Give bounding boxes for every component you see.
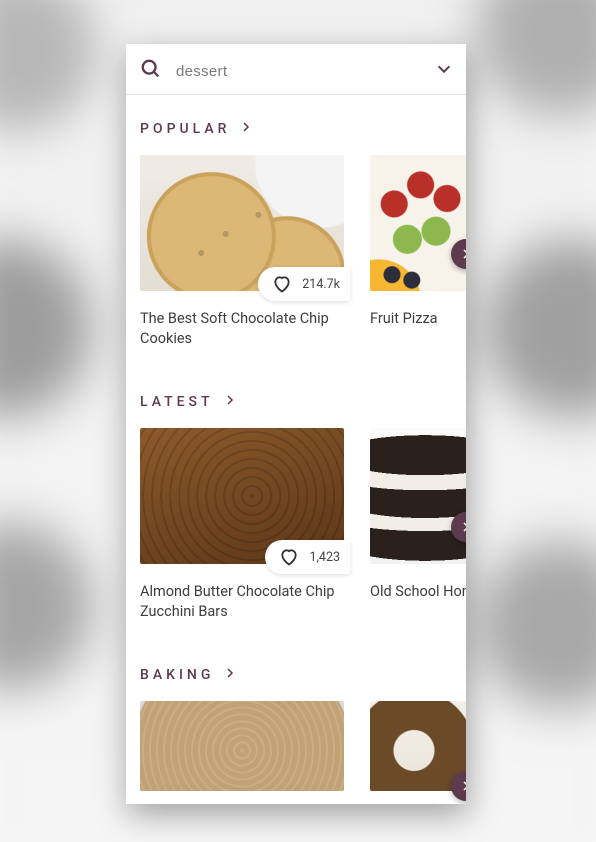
- search-input[interactable]: [174, 62, 424, 81]
- recipe-title: Almond Butter Chocolate Chip Zucchini Ba…: [140, 582, 344, 621]
- section-title: POPULAR: [140, 121, 230, 137]
- content-scroll[interactable]: POPULAR 214.7k The Best Soft Chocolate C…: [126, 95, 466, 804]
- like-pill[interactable]: 214.7k: [258, 267, 350, 301]
- like-count: 214.7k: [302, 277, 340, 292]
- section-header-baking[interactable]: BAKING: [140, 667, 466, 683]
- baking-row: [140, 701, 466, 791]
- section-header-popular[interactable]: POPULAR: [140, 121, 466, 137]
- chevron-right-icon: [224, 394, 236, 410]
- app-frame: POPULAR 214.7k The Best Soft Chocolate C…: [126, 44, 466, 804]
- chevron-down-icon[interactable]: [436, 61, 452, 81]
- recipe-image: [370, 155, 466, 291]
- section-popular: POPULAR 214.7k The Best Soft Chocolate C…: [126, 95, 466, 348]
- section-header-latest[interactable]: LATEST: [140, 394, 466, 410]
- recipe-card[interactable]: [140, 701, 344, 791]
- recipe-card[interactable]: Fruit Pizza: [370, 155, 466, 329]
- recipe-card[interactable]: 214.7k The Best Soft Chocolate Chip Cook…: [140, 155, 344, 348]
- recipe-title: The Best Soft Chocolate Chip Cookies: [140, 309, 344, 348]
- search-bar: [126, 44, 466, 95]
- chevron-right-icon: [240, 121, 252, 137]
- recipe-title: Old School Homem: [370, 582, 466, 602]
- like-pill[interactable]: 1,423: [265, 540, 350, 574]
- section-latest: LATEST 1,423 Almond Butter Chocolate Chi…: [126, 348, 466, 621]
- recipe-image: 1,423: [140, 428, 344, 564]
- recipe-image: [370, 428, 466, 564]
- section-title: LATEST: [140, 394, 214, 410]
- recipe-card[interactable]: [370, 701, 466, 791]
- recipe-card[interactable]: Old School Homem: [370, 428, 466, 602]
- search-icon[interactable]: [140, 58, 162, 84]
- carousel-next-button[interactable]: [451, 771, 466, 801]
- section-title: BAKING: [140, 667, 214, 683]
- recipe-image: [370, 701, 466, 791]
- latest-row: 1,423 Almond Butter Chocolate Chip Zucch…: [140, 428, 466, 621]
- section-baking: BAKING: [126, 621, 466, 791]
- chevron-right-icon: [224, 667, 236, 683]
- recipe-title: Fruit Pizza: [370, 309, 466, 329]
- popular-row: 214.7k The Best Soft Chocolate Chip Cook…: [140, 155, 466, 348]
- recipe-image: 214.7k: [140, 155, 344, 291]
- recipe-card[interactable]: 1,423 Almond Butter Chocolate Chip Zucch…: [140, 428, 344, 621]
- like-count: 1,423: [309, 550, 340, 565]
- recipe-image: [140, 701, 344, 791]
